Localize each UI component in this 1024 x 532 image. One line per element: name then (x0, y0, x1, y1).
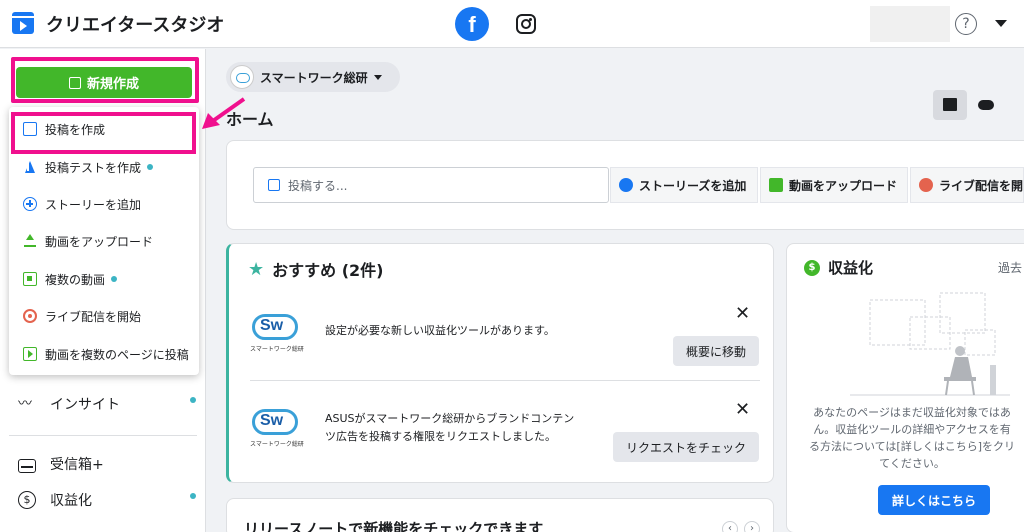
live-icon (23, 309, 37, 323)
brand-logo: Sw スマートワーク総研 (250, 310, 306, 354)
go-to-overview-button[interactable]: 概要に移動 (673, 336, 759, 366)
page-name: スマートワーク総研 (260, 70, 368, 85)
monetization-icon: $ (18, 491, 36, 509)
plus-circle-icon (619, 178, 633, 192)
new-indicator-dot (147, 164, 154, 170)
account-menu-caret-icon[interactable] (995, 20, 1007, 27)
menu-item-add-story[interactable]: ストーリーを追加 (9, 186, 199, 222)
gamepad-icon (978, 100, 994, 110)
monetization-description: あなたのページはまだ収益化対象ではあ ん。収益化ツールの詳細やアクセスを有 る方… (808, 406, 1016, 470)
learn-more-button[interactable]: 詳しくはこちら (878, 485, 990, 515)
sidebar-item-label: インサイト (50, 397, 120, 413)
create-button-highlight (11, 57, 199, 103)
add-story-button[interactable]: ストーリーズを追加 (610, 167, 758, 203)
page-avatar (230, 65, 254, 89)
period-selector[interactable]: 過去 (998, 259, 1022, 276)
brand-logo: Sw スマートワーク総研 (250, 405, 306, 449)
multi-video-icon (23, 272, 37, 286)
page-selector[interactable]: スマートワーク総研 (226, 62, 400, 92)
new-indicator-dot (190, 397, 196, 403)
new-indicator-dot (111, 276, 118, 282)
film-icon (943, 98, 957, 111)
sidebar-item-monetization[interactable]: $ 収益化 (18, 490, 92, 510)
logo-mark: Sw (260, 412, 284, 429)
action-label: 動画をアップロード (789, 178, 898, 193)
sidebar-item-label: 受信箱+ (50, 457, 104, 473)
menu-item-label: 投稿テストを作成 (45, 160, 142, 175)
composer-placeholder: 投稿する... (288, 178, 348, 193)
upload-video-button[interactable]: 動画をアップロード (760, 167, 908, 203)
chevron-down-icon (373, 74, 382, 80)
sidebar-item-inbox[interactable]: 受信箱+ (18, 454, 104, 474)
recommendation-text: 設定が必要な新しい収益化ツールがあります。 (325, 324, 555, 337)
menu-item-label: 動画を複数のページに投稿 (45, 347, 189, 362)
page-title: ホーム (226, 110, 274, 129)
menu-item-label: 複数の動画 (45, 272, 106, 287)
check-request-button[interactable]: リクエストをチェック (613, 432, 759, 462)
prev-page-icon[interactable]: ‹ (722, 521, 738, 532)
menu-item-start-live[interactable]: ライブ配信を開始 (9, 298, 199, 334)
image-icon (769, 178, 783, 192)
star-icon: ★ (248, 258, 265, 280)
monetization-title-text: 収益化 (828, 259, 874, 277)
start-live-button[interactable]: ライブ配信を開 (910, 167, 1024, 203)
insight-icon (18, 393, 36, 413)
menu-item-create-post-test[interactable]: 投稿テストを作成 (9, 149, 199, 185)
app-title[interactable]: クリエイタースタジオ (46, 11, 224, 37)
help-icon[interactable]: ? (955, 13, 977, 35)
menu-item-label: ストーリーを追加 (45, 197, 142, 212)
recommendations-title: ★ おすすめ (2件) (248, 257, 383, 281)
recommendation-text: ASUSがスマートワーク総研からブランドコンテン ツ広告を投稿する権限をリクエス… (325, 410, 574, 446)
recommendation-line: ASUSがスマートワーク総研からブランドコンテン (325, 412, 575, 425)
logo-caption: スマートワーク総研 (250, 346, 304, 353)
upload-icon (23, 234, 37, 248)
sidebar-item-insights[interactable]: インサイト (18, 393, 120, 414)
dollar-icon: $ (804, 259, 820, 276)
recommendations-title-text: おすすめ (2件) (272, 261, 384, 280)
top-bar: クリエイタースタジオ f ? (0, 0, 1024, 48)
live-icon (919, 178, 933, 192)
share-video-icon (23, 347, 37, 361)
recommendation-line: ツ広告を投稿する権限をリクエストしました。 (325, 430, 556, 443)
monetization-title: $ 収益化 (804, 257, 873, 278)
close-icon[interactable]: ✕ (735, 303, 750, 324)
next-page-icon[interactable]: › (744, 521, 760, 532)
plus-circle-icon (23, 197, 37, 211)
create-post-input[interactable]: 投稿する... (253, 167, 609, 203)
menu-item-label: ライブ配信を開始 (45, 309, 142, 324)
facebook-icon[interactable]: f (455, 7, 489, 41)
edit-icon (268, 179, 280, 191)
instagram-icon[interactable] (516, 14, 536, 34)
creator-studio-logo-icon[interactable] (12, 12, 34, 34)
action-label: ストーリーズを追加 (639, 178, 747, 193)
monetization-illustration (850, 292, 1010, 396)
close-icon[interactable]: ✕ (735, 399, 750, 420)
new-indicator-dot (190, 493, 196, 499)
logo-caption: スマートワーク総研 (250, 441, 304, 448)
menu-item-upload-video[interactable]: 動画をアップロード (9, 223, 199, 259)
logo-mark: Sw (260, 317, 284, 334)
release-notes-title: リリースノートで新機能をチェックできます (244, 520, 544, 532)
flask-icon (23, 160, 37, 174)
menu-item-multiple-videos[interactable]: 複数の動画 (9, 261, 199, 297)
create-post-highlight (11, 112, 196, 154)
inbox-icon (18, 459, 36, 473)
sidebar-item-label: 収益化 (50, 493, 92, 509)
video-view-button[interactable] (933, 90, 967, 120)
sidebar-divider (9, 435, 197, 436)
gaming-view-button[interactable] (969, 90, 1003, 120)
profile-area[interactable] (870, 6, 950, 42)
menu-item-crosspost-video[interactable]: 動画を複数のページに投稿 (9, 336, 199, 372)
recommendation-divider (250, 380, 760, 381)
action-label: ライブ配信を開 (939, 178, 1024, 193)
menu-item-label: 動画をアップロード (45, 234, 154, 249)
platform-toggle (933, 90, 1005, 120)
